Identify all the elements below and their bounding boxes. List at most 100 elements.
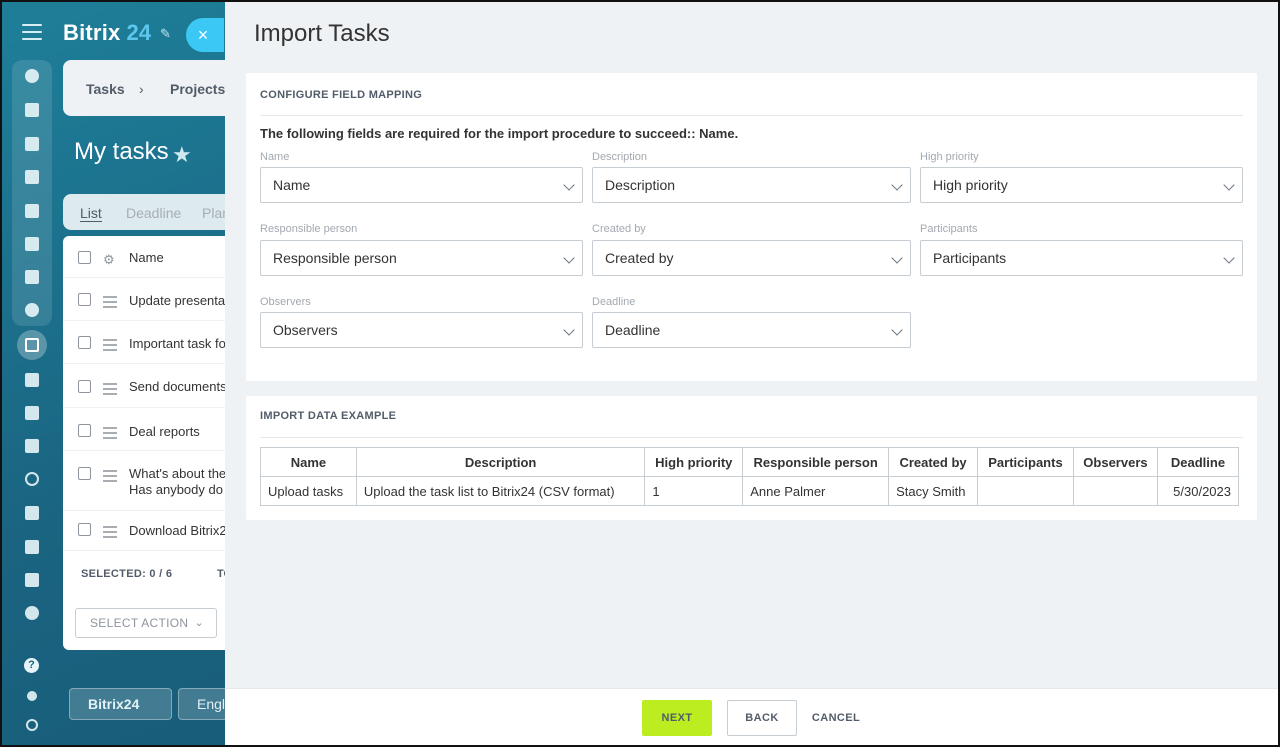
chevron-down-icon bbox=[563, 252, 575, 264]
select-created-by[interactable]: Created by bbox=[592, 240, 911, 276]
table-cell: 1 bbox=[644, 476, 744, 506]
mail-icon[interactable] bbox=[24, 269, 40, 285]
row-checkbox[interactable] bbox=[78, 293, 91, 306]
cancel-button[interactable]: CANCEL bbox=[809, 700, 863, 736]
footer-logo-button[interactable]: Bitrix24 bbox=[69, 688, 172, 720]
drive-icon[interactable] bbox=[24, 236, 40, 252]
close-icon: × bbox=[197, 25, 209, 45]
back-button[interactable]: BACK bbox=[727, 700, 797, 736]
filter-icon[interactable] bbox=[24, 372, 40, 388]
table-cell: Upload the task list to Bitrix24 (CSV fo… bbox=[355, 476, 646, 506]
row-checkbox[interactable] bbox=[78, 380, 91, 393]
calendar-icon[interactable] bbox=[24, 169, 40, 185]
drag-icon[interactable] bbox=[103, 296, 117, 311]
table-header-row: Name Description High priority Responsib… bbox=[260, 447, 1240, 477]
chat-icon[interactable] bbox=[24, 102, 40, 118]
select-high-priority[interactable]: High priority bbox=[920, 167, 1243, 203]
breadcrumb-tasks[interactable]: Tasks bbox=[86, 81, 125, 97]
select-action-label: SELECT ACTION bbox=[90, 616, 189, 630]
close-slider-button[interactable]: × bbox=[186, 18, 224, 52]
row-checkbox[interactable] bbox=[78, 467, 91, 480]
column-header: Created by bbox=[888, 447, 978, 477]
pencil-icon[interactable]: ✎ bbox=[160, 26, 172, 41]
messages-icon[interactable] bbox=[24, 136, 40, 152]
column-header: Observers bbox=[1072, 447, 1158, 477]
next-button[interactable]: NEXT bbox=[642, 700, 712, 736]
select-all-checkbox[interactable] bbox=[78, 251, 91, 264]
column-header: Responsible person bbox=[742, 447, 890, 477]
table-row[interactable]: Important task for bbox=[63, 321, 243, 364]
tab-list[interactable]: List bbox=[80, 205, 102, 222]
field-label-observers: Observers bbox=[260, 296, 311, 308]
field-label-name: Name bbox=[260, 151, 290, 163]
chevron-down-icon bbox=[891, 179, 903, 191]
document-icon[interactable] bbox=[24, 203, 40, 219]
column-header: Participants bbox=[977, 447, 1074, 477]
breadcrumb-projects[interactable]: Projects bbox=[170, 81, 225, 97]
field-label-description: Description bbox=[592, 151, 648, 163]
chevron-down-icon bbox=[563, 324, 575, 336]
help-icon[interactable]: ? bbox=[24, 658, 39, 673]
cube-icon[interactable] bbox=[24, 572, 40, 588]
feed-icon[interactable] bbox=[24, 68, 40, 84]
example-section-title: IMPORT DATA EXAMPLE bbox=[260, 410, 397, 422]
cart-icon[interactable] bbox=[24, 438, 40, 454]
contact-card-icon[interactable] bbox=[24, 505, 40, 521]
column-header: Name bbox=[260, 447, 357, 477]
task-list: ⚙ Name Update presentation Important tas… bbox=[63, 236, 243, 650]
select-participants[interactable]: Participants bbox=[920, 240, 1243, 276]
menu-icon[interactable] bbox=[22, 24, 42, 40]
selected-count: SELECTED: 0 / 6 bbox=[81, 568, 173, 580]
rail-group-main bbox=[12, 60, 52, 326]
slider-footer: NEXT BACK CANCEL bbox=[225, 688, 1280, 747]
select-description[interactable]: Description bbox=[592, 167, 911, 203]
tab-deadline[interactable]: Deadline bbox=[126, 205, 181, 221]
table-row: Upload tasks Upload the task list to Bit… bbox=[260, 476, 1240, 506]
import-slider: Import Tasks CONFIGURE FIELD MAPPING The… bbox=[225, 0, 1280, 747]
chevron-down-icon bbox=[1223, 179, 1235, 191]
chevron-down-icon bbox=[891, 324, 903, 336]
field-label-deadline: Deadline bbox=[592, 296, 636, 308]
table-row[interactable]: Update presentation bbox=[63, 278, 243, 321]
chevron-down-icon bbox=[1223, 252, 1235, 264]
target-icon[interactable] bbox=[24, 471, 40, 487]
settings-icon[interactable] bbox=[24, 717, 40, 733]
row-checkbox[interactable] bbox=[78, 424, 91, 437]
more-icon[interactable] bbox=[24, 605, 40, 621]
tasks-icon[interactable] bbox=[17, 330, 47, 360]
bank-icon[interactable] bbox=[24, 405, 40, 421]
breadcrumb: Tasks › Projects bbox=[63, 60, 243, 116]
select-name[interactable]: Name bbox=[260, 167, 583, 203]
table-row[interactable]: What's about the Has anybody do bbox=[63, 451, 243, 511]
divider bbox=[260, 437, 1243, 438]
star-icon[interactable]: ★ bbox=[172, 142, 192, 168]
table-cell bbox=[1072, 476, 1158, 506]
select-observers[interactable]: Observers bbox=[260, 312, 583, 348]
drag-icon[interactable] bbox=[103, 339, 117, 354]
select-deadline[interactable]: Deadline bbox=[592, 312, 911, 348]
drag-icon[interactable] bbox=[103, 427, 117, 442]
select-action-dropdown[interactable]: SELECT ACTION ⌄ bbox=[75, 608, 217, 638]
chevron-down-icon bbox=[563, 179, 575, 191]
table-cell bbox=[977, 476, 1074, 506]
structure-icon[interactable] bbox=[24, 688, 40, 704]
table-row[interactable]: Deal reports bbox=[63, 408, 243, 451]
drag-icon[interactable] bbox=[103, 470, 117, 485]
table-cell: Anne Palmer bbox=[742, 476, 890, 506]
robot-icon[interactable] bbox=[24, 539, 40, 555]
select-responsible-person[interactable]: Responsible person bbox=[260, 240, 583, 276]
page-title: My tasks bbox=[74, 138, 169, 165]
chevron-down-icon bbox=[891, 252, 903, 264]
example-table: Name Description High priority Responsib… bbox=[260, 447, 1240, 506]
row-checkbox[interactable] bbox=[78, 336, 91, 349]
field-mapping-card: CONFIGURE FIELD MAPPING The following fi… bbox=[246, 73, 1257, 381]
app-logo: Bitrix 24 bbox=[63, 20, 152, 45]
gear-icon[interactable]: ⚙ bbox=[103, 252, 115, 268]
groups-icon[interactable] bbox=[24, 302, 40, 318]
table-row[interactable]: Download Bitrix24 bbox=[63, 511, 243, 551]
column-header: Deadline bbox=[1156, 447, 1240, 477]
drag-icon[interactable] bbox=[103, 383, 117, 398]
table-row[interactable]: Send documents bbox=[63, 364, 243, 408]
row-checkbox[interactable] bbox=[78, 523, 91, 536]
drag-icon[interactable] bbox=[103, 526, 117, 541]
